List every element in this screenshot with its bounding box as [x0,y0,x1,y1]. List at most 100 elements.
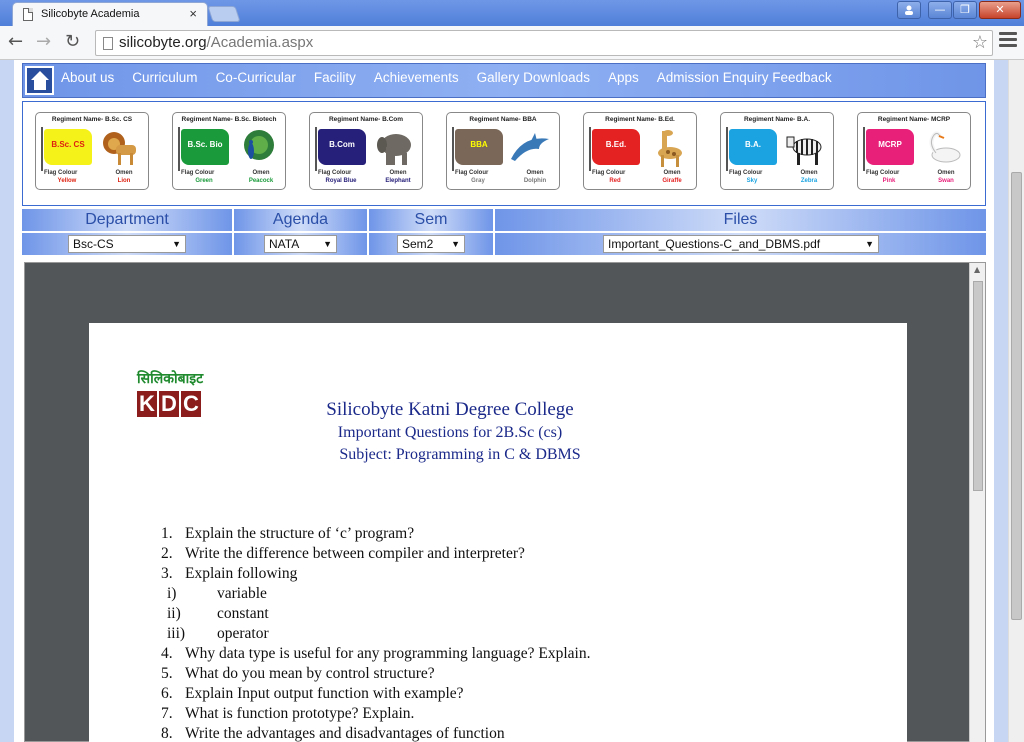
agenda-header: Agenda [234,209,367,231]
flag-colour-label: Flag Colour [44,170,78,176]
flag-colour-value: Pink [882,178,896,184]
flag-colour-value: Gray [471,178,485,184]
tab-title: Silicobyte Academia [41,8,140,20]
omen-label: Omen [389,170,407,176]
sem-select[interactable]: Sem2 ▼ [397,235,465,253]
regiment-card[interactable]: Regiment Name- B.A. B.A. Flag Colour Sky Ome… [720,112,834,190]
department-header: Department [22,209,232,231]
pdf-viewer[interactable]: ▲ सिलिकोबाइट KDC Silicobyte Katni Degree… [24,262,986,742]
flag-colour-label: Flag Colour [318,170,352,176]
scroll-up-icon[interactable]: ▲ [974,265,980,274]
browser-menu-icon[interactable] [999,32,1017,52]
pdf-scrollbar[interactable]: ▲ [969,263,985,742]
sem-header: Sem [369,209,493,231]
regiment-name: Regiment Name- BBA [469,116,537,123]
flag-colour-value: Red [609,178,621,184]
sem-filter: Sem Sem2 ▼ [369,209,493,257]
regiment-card[interactable]: Regiment Name- B.Com B.Com Flag Colour Roya… [309,112,423,190]
flag-pole [726,127,728,171]
minimize-button[interactable]: — [928,1,952,19]
flag-colour-label: Flag Colour [592,170,626,176]
flag-text: B.A. [745,140,761,149]
regiment-flag-icon: B.A. [729,129,777,165]
menu-curriculum[interactable]: Curriculum [132,70,197,85]
giraffe-icon [646,129,690,167]
bookmark-star-icon[interactable]: ☆ [972,32,988,53]
close-window-button[interactable]: ✕ [979,1,1021,19]
flag-pole [41,127,43,171]
pdf-scroll-thumb[interactable] [973,281,983,491]
dolphin-icon [509,129,553,167]
new-tab-button[interactable] [207,6,241,22]
forward-arrow-icon[interactable]: → [36,31,51,52]
page-content: About us Curriculum Co-Curricular Facili… [14,60,994,742]
flag-pole [589,127,591,171]
omen-label: Omen [115,170,133,176]
flag-text: B.Sc. Bio [187,140,223,149]
menu-gallery-downloads[interactable]: Gallery Downloads [477,70,590,85]
dropdown-arrow-icon: ▼ [865,239,874,249]
regiment-flag-icon: B.Ed. [592,129,640,165]
dropdown-arrow-icon: ▼ [323,239,332,249]
omen-value: Swan [938,178,954,184]
regiment-name: Regiment Name- MCRP [877,116,951,123]
omen-value: Giraffe [662,178,682,184]
regiment-name: Regiment Name- B.A. [743,116,811,123]
home-icon[interactable] [25,66,54,95]
regiment-flag-icon: B.Sc. CS [44,129,92,165]
flag-colour-label: Flag Colour [729,170,763,176]
menu-about-us[interactable]: About us [61,70,114,85]
lion-icon [98,129,142,167]
flag-colour-label: Flag Colour [455,170,489,176]
page-icon [23,8,33,21]
omen-label: Omen [526,170,544,176]
page-scroll-thumb[interactable] [1011,172,1022,620]
page-scrollbar[interactable] [1008,60,1024,742]
omen-value: Lion [117,178,131,184]
omen-label: Omen [800,170,818,176]
regiment-card[interactable]: Regiment Name- MCRP MCRP Flag Colour Pink Om… [857,112,971,190]
window-titlebar: Silicobyte Academia × — ❐ ✕ [0,0,1024,26]
files-select[interactable]: Important_Questions-C_and_DBMS.pdf ▼ [603,235,879,253]
regiment-card[interactable]: Regiment Name- BBA BBA Flag Colour Gray Omen… [446,112,560,190]
regiment-card[interactable]: Regiment Name- B.Ed. B.Ed. Flag Colour Red O… [583,112,697,190]
flag-colour-label: Flag Colour [181,170,215,176]
department-select[interactable]: Bsc-CS ▼ [68,235,186,253]
back-arrow-icon[interactable]: ← [8,31,23,52]
flag-text: B.Ed. [605,140,627,149]
omen-value: Zebra [800,178,818,184]
document-title: Silicobyte Katni Degree College [326,399,574,420]
site-menu-bar: About us Curriculum Co-Curricular Facili… [22,63,986,98]
menu-achievements[interactable]: Achievements [374,70,459,85]
flag-pole [452,127,454,171]
flag-pole [863,127,865,171]
zebra-icon [783,129,827,167]
document-subtitle: Important Questions for 2B.Sc (cs) [337,424,563,441]
maximize-button[interactable]: ❐ [953,1,977,19]
user-icon[interactable] [897,1,921,19]
menu-apps[interactable]: Apps [608,70,639,85]
browser-toolbar: ← → ↻ silicobyte.org/Academia.aspx ☆ [0,26,1024,60]
flag-pole [178,127,180,171]
regiment-card[interactable]: Regiment Name- B.Sc. Biotech B.Sc. Bio Fla… [172,112,286,190]
address-bar[interactable]: silicobyte.org/Academia.aspx ☆ [95,30,993,56]
regiment-name: Regiment Name- B.Sc. CS [51,116,133,123]
college-logo-hindi: सिलिकोबाइट [137,371,204,387]
regiment-card[interactable]: Regiment Name- B.Sc. CS B.Sc. CS Flag Colo… [35,112,149,190]
tab-close-icon[interactable]: × [189,6,197,21]
regiment-name: Regiment Name- B.Com [328,116,404,123]
agenda-select[interactable]: NATA ▼ [264,235,337,253]
regiment-flag-icon: B.Com [318,129,366,165]
flag-text: B.Com [329,140,355,149]
flag-colour-label: Flag Colour [866,170,900,176]
peacock-icon [235,129,279,167]
browser-tab[interactable]: Silicobyte Academia × [12,2,208,26]
omen-value: Peacock [248,178,274,184]
regiments-panel: Regiment Name- B.Sc. CS B.Sc. CS Flag Colo… [22,101,986,206]
menu-co-curricular[interactable]: Co-Curricular [216,70,296,85]
reload-icon[interactable]: ↻ [65,31,80,52]
flag-text: MCRP [878,140,902,149]
menu-facility[interactable]: Facility [314,70,356,85]
agenda-filter: Agenda NATA ▼ [234,209,367,257]
menu-admission-enquiry-feedback[interactable]: Admission Enquiry Feedback [657,70,832,85]
